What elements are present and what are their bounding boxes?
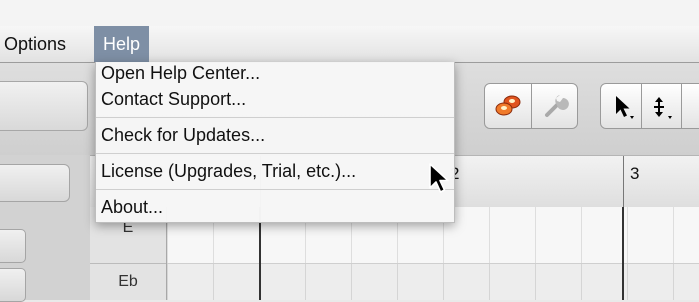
ruler-marker: 3 <box>630 164 640 183</box>
help-dropdown-menu: Open Help Center... Contact Support... C… <box>95 62 455 223</box>
menu-options[interactable]: Options <box>0 26 74 62</box>
resize-tool-icon[interactable] <box>651 94 677 120</box>
menu-help[interactable]: Help <box>94 26 150 62</box>
mouse-cursor-icon <box>428 162 452 196</box>
track-control-button[interactable] <box>0 268 26 302</box>
tool-segmented-control <box>600 83 699 129</box>
menu-item-check-for-updates[interactable]: Check for Updates... <box>101 125 265 146</box>
menu-separator <box>96 153 454 154</box>
pointer-tool-icon[interactable] <box>611 94 637 120</box>
toolbar-field[interactable] <box>0 81 88 131</box>
mixer-icon[interactable] <box>494 93 522 119</box>
mixer-segmented-control <box>484 83 578 129</box>
menu-item-open-help-center[interactable]: Open Help Center... <box>101 63 260 84</box>
menu-item-contact-support[interactable]: Contact Support... <box>101 89 246 110</box>
track-header-button[interactable] <box>0 164 70 202</box>
piano-key-label[interactable]: Eb <box>90 273 166 291</box>
menu-separator <box>96 189 454 190</box>
menu-bar: Options Help <box>0 26 699 63</box>
bar-line <box>622 207 624 300</box>
left-track-panel <box>0 155 90 302</box>
track-control-button[interactable] <box>0 229 26 263</box>
ruler-bar-tick <box>623 156 624 208</box>
menu-item-about[interactable]: About... <box>101 197 163 218</box>
wrench-icon[interactable] <box>541 93 569 119</box>
window-top-strip <box>0 0 699 26</box>
menu-item-license[interactable]: License (Upgrades, Trial, etc.)... <box>101 161 356 182</box>
menu-separator <box>96 117 454 118</box>
